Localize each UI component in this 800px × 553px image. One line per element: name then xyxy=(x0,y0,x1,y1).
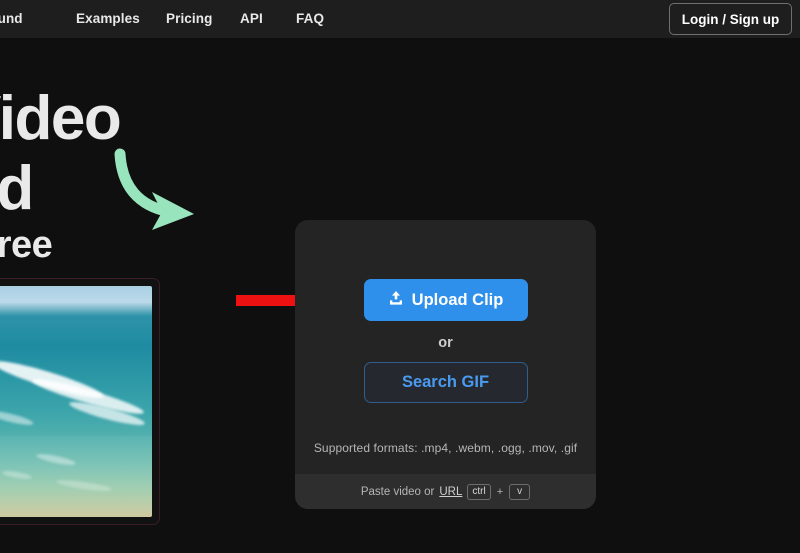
kbd-ctrl-key: ctrl xyxy=(467,483,491,500)
hero-line-2: nd xyxy=(0,154,34,223)
video-thumbnail-image xyxy=(0,286,152,517)
shallow-water-haze xyxy=(0,436,152,517)
upload-card-footer: Paste video or URL ctrl + v xyxy=(295,474,596,509)
upload-clip-label: Upload Clip xyxy=(411,290,504,309)
nav-link-faq[interactable]: FAQ xyxy=(296,11,324,26)
nav-link-examples[interactable]: Examples xyxy=(76,11,140,26)
kbd-plus-symbol: + xyxy=(496,485,504,498)
upload-card: Upload Clip or Search GIF Supported form… xyxy=(295,220,596,509)
kbd-v-key: v xyxy=(509,483,531,500)
paste-video-label: Paste video or xyxy=(360,485,435,498)
video-thumbnail-frame[interactable] xyxy=(0,278,160,525)
paste-url-link[interactable]: URL xyxy=(439,486,462,498)
upload-icon xyxy=(388,290,404,311)
upload-card-body: Upload Clip or Search GIF Supported form… xyxy=(295,220,596,474)
upload-clip-button[interactable]: Upload Clip xyxy=(363,279,528,321)
wave-crest xyxy=(0,408,35,428)
green-curved-arrow-icon xyxy=(112,148,204,239)
page-root: ...ground Examples Pricing API FAQ Login… xyxy=(0,0,800,553)
or-separator-label: or xyxy=(438,335,453,351)
nav-link-remove-background[interactable]: ...ground xyxy=(0,11,23,26)
login-signup-button[interactable]: Login / Sign up xyxy=(669,3,792,35)
supported-formats-label: Supported formats: .mp4, .webm, .ogg, .m… xyxy=(313,441,578,455)
hero-line-1: Video xyxy=(0,84,122,153)
hero-line-3: Free xyxy=(0,224,53,266)
nav-link-pricing[interactable]: Pricing xyxy=(166,11,212,26)
top-navbar: ...ground Examples Pricing API FAQ Login… xyxy=(0,0,800,38)
search-gif-button[interactable]: Search GIF xyxy=(363,362,528,403)
nav-link-api[interactable]: API xyxy=(240,11,263,26)
